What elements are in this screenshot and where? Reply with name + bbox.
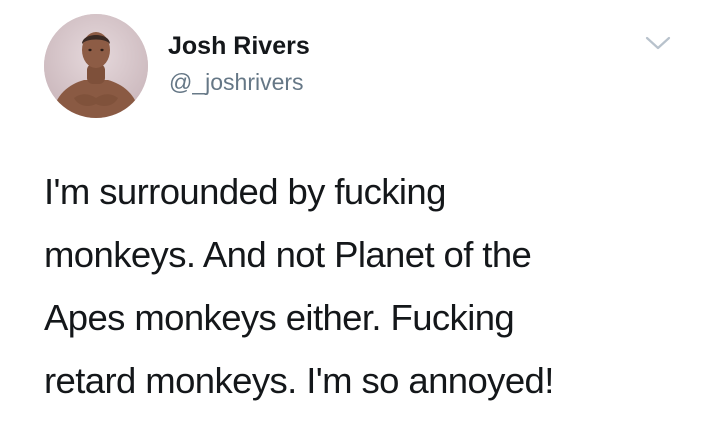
author-handle[interactable]: @_joshrivers <box>169 68 304 96</box>
chevron-down-icon[interactable] <box>644 33 672 53</box>
tweet-text-line: retard monkeys. I'm so annoyed! <box>44 360 554 401</box>
avatar-photo <box>44 14 148 118</box>
avatar[interactable] <box>44 14 148 118</box>
tweet-text-line: monkeys. And not Planet of the <box>44 234 532 275</box>
tweet-text-line: Apes monkeys either. Fucking <box>44 297 515 338</box>
tweet-text: I'm surrounded by fucking monkeys. And n… <box>44 160 694 412</box>
tweet-card: Josh Rivers @_joshrivers I'm surrounded … <box>0 0 727 428</box>
tweet-text-line: I'm surrounded by fucking <box>44 171 446 212</box>
author-display-name[interactable]: Josh Rivers <box>168 31 310 61</box>
